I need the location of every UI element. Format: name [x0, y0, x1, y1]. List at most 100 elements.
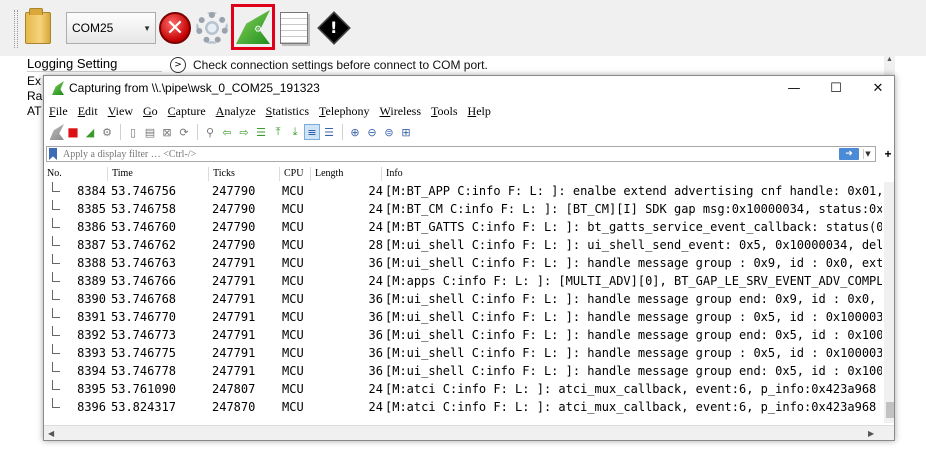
menu-wireless[interactable]: Wireless	[380, 102, 422, 120]
packet-length: 36	[368, 310, 383, 324]
last-packet-icon[interactable]: ⤓	[287, 124, 303, 140]
packet-cpu: MCU	[282, 256, 304, 270]
close-button[interactable]: ✕	[857, 77, 894, 99]
packet-row[interactable]: 8388 53.746763 247791 MCU 36 [M:ui_shell C:in…	[44, 254, 882, 272]
packet-time: 53.746766	[111, 274, 177, 288]
packet-row[interactable]: 8387 53.746762 247790 MCU 28 [M:ui_shell C:in…	[44, 236, 882, 254]
menu-file[interactable]: File	[49, 102, 68, 120]
menu-help[interactable]: Help	[468, 102, 491, 120]
menu-analyze[interactable]: Analyze	[216, 102, 256, 120]
capture-options-icon[interactable]: ⚙	[99, 124, 115, 140]
normal-size-icon[interactable]: ⊜	[381, 124, 397, 140]
packet-length: 24	[368, 400, 383, 414]
settings-button[interactable]	[194, 8, 230, 48]
column-ticks[interactable]: Ticks	[213, 168, 235, 179]
packet-info: [M:BT_APP C:info F: L: ]: enalbe extend …	[385, 184, 882, 198]
menu-view[interactable]: View	[108, 102, 133, 120]
packet-row[interactable]: 8389 53.746766 247791 MCU 24 [M:apps C:info F…	[44, 272, 882, 290]
notes-button[interactable]	[276, 8, 312, 48]
scrollbar-thumb[interactable]	[886, 402, 894, 418]
filter-history-dropdown-icon[interactable]: ▼	[863, 149, 872, 159]
packet-no: 8396	[77, 400, 106, 414]
logging-setting-row: Logging Setting > Check connection setti…	[0, 56, 926, 74]
com-port-select[interactable]: COM25 ▼	[66, 12, 156, 44]
packet-ticks: 247791	[212, 328, 256, 342]
packet-row[interactable]: 8395 53.761090 247807 MCU 24 [M:atci C:info F…	[44, 380, 882, 398]
restart-capture-icon[interactable]: ◢	[82, 124, 98, 140]
maximize-button[interactable]: ☐	[815, 77, 857, 99]
open-file-icon[interactable]: ▯	[125, 124, 141, 140]
window-titlebar[interactable]: Capturing from \\.\pipe\wsk_0_COM25_1913…	[44, 76, 894, 100]
assert-button[interactable]: !	[316, 8, 352, 48]
menu-tools[interactable]: Tools	[431, 102, 458, 120]
scroll-right-icon[interactable]: ▶	[868, 429, 874, 438]
packet-row[interactable]: 8390 53.746768 247791 MCU 36 [M:ui_shell C:in…	[44, 290, 882, 308]
resize-columns-icon[interactable]: ⊞	[398, 124, 414, 140]
column-length[interactable]: Length	[315, 168, 343, 179]
menu-telephony[interactable]: Telephony	[319, 102, 370, 120]
packet-length: 36	[368, 256, 383, 270]
find-packet-icon[interactable]: ⚲	[202, 124, 218, 140]
tree-line-icon	[52, 308, 60, 318]
column-cpu[interactable]: CPU	[284, 168, 303, 179]
reload-file-icon[interactable]: ⟳	[176, 124, 192, 140]
close-file-icon[interactable]: ⊠	[159, 124, 175, 140]
packet-time: 53.761090	[111, 382, 177, 396]
first-packet-icon[interactable]: ⤒	[270, 124, 286, 140]
packet-row[interactable]: 8384 53.746756 247790 MCU 24 [M:BT_APP C:info…	[44, 182, 882, 200]
toolbar-grip[interactable]	[14, 10, 18, 48]
display-filter-input[interactable]: Apply a display filter … <Ctrl-/> ➜ ▼	[46, 146, 876, 162]
packet-no: 8386	[77, 220, 106, 234]
packet-row[interactable]: 8394 53.746778 247791 MCU 36 [M:ui_shell C:in…	[44, 362, 882, 380]
chevron-right-circle-icon[interactable]: >	[170, 57, 186, 73]
packet-length: 36	[368, 292, 383, 306]
bookmark-icon[interactable]	[49, 148, 57, 160]
column-divider[interactable]	[381, 167, 382, 181]
packet-row[interactable]: 8386 53.746760 247790 MCU 24 [M:BT_GATTS C:in…	[44, 218, 882, 236]
side-labels: Ex Ra AT	[27, 74, 42, 119]
warning-icon: !	[317, 11, 351, 45]
column-divider[interactable]	[208, 167, 209, 181]
add-filter-button[interactable]: +	[882, 146, 894, 162]
packet-list-horizontal-scrollbar[interactable]: ◀ ▶	[44, 425, 894, 440]
wireshark-fin-icon	[236, 10, 270, 44]
column-info[interactable]: Info	[386, 168, 403, 179]
menu-edit[interactable]: Edit	[78, 102, 98, 120]
packet-no: 8390	[77, 292, 106, 306]
minimize-button[interactable]: —	[773, 77, 815, 99]
column-time[interactable]: Time	[112, 168, 133, 179]
autoscroll-icon[interactable]: ≡	[304, 124, 320, 140]
colorize-icon[interactable]: ☰	[321, 124, 337, 140]
packet-row[interactable]: 8396 53.824317 247870 MCU 24 [M:atci C:info F…	[44, 398, 882, 416]
folder-icon	[25, 8, 51, 44]
packet-list-vertical-scrollbar[interactable]	[884, 182, 894, 423]
packet-row[interactable]: 8393 53.746775 247791 MCU 36 [M:ui_shell C:in…	[44, 344, 882, 362]
menu-go[interactable]: Go	[143, 102, 158, 120]
column-no[interactable]: No.	[47, 168, 62, 179]
apply-filter-arrow-icon[interactable]: ➜	[839, 148, 859, 160]
scroll-up-icon[interactable]: ▲	[884, 56, 895, 66]
open-folder-button[interactable]	[20, 8, 56, 48]
column-divider[interactable]	[279, 167, 280, 181]
go-forward-icon[interactable]: ⇨	[236, 124, 252, 140]
start-capture-icon[interactable]	[49, 124, 64, 140]
menu-capture[interactable]: Capture	[168, 102, 206, 120]
packet-info: [M:apps C:info F: L: ]: [MULTI_ADV][0], …	[385, 274, 882, 288]
zoom-out-icon[interactable]: ⊖	[364, 124, 380, 140]
go-back-icon[interactable]: ⇦	[219, 124, 235, 140]
menu-statistics[interactable]: Statistics	[266, 102, 309, 120]
packet-row[interactable]: 8385 53.746758 247790 MCU 24 [M:BT_CM C:info …	[44, 200, 882, 218]
packet-length: 24	[368, 184, 383, 198]
packet-row[interactable]: 8392 53.746773 247791 MCU 36 [M:ui_shell C:in…	[44, 326, 882, 344]
column-divider[interactable]	[107, 167, 108, 181]
zoom-in-icon[interactable]: ⊕	[347, 124, 363, 140]
save-file-icon[interactable]: ▤	[142, 124, 158, 140]
disconnect-button[interactable]: ✕	[157, 8, 193, 48]
stop-capture-icon[interactable]: ■	[65, 124, 81, 140]
column-divider[interactable]	[310, 167, 311, 181]
capture-wireshark-button[interactable]: ⚙	[231, 4, 275, 50]
packet-row[interactable]: 8391 53.746770 247791 MCU 36 [M:ui_shell C:in…	[44, 308, 882, 326]
go-to-packet-icon[interactable]: ☰	[253, 124, 269, 140]
packet-info: [M:ui_shell C:info F: L: ]: handle messa…	[385, 328, 882, 342]
scroll-left-icon[interactable]: ◀	[48, 429, 54, 438]
